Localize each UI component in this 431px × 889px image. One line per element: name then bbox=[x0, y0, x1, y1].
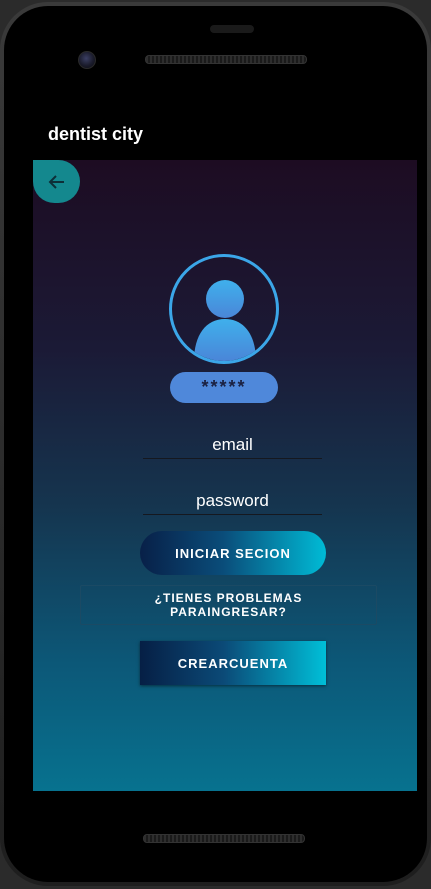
bottom-speaker bbox=[143, 834, 305, 843]
phone-screen-area: dentist city ***** email INICIAR SECION … bbox=[4, 6, 427, 882]
phone-frame: dentist city ***** email INICIAR SECION … bbox=[0, 2, 431, 886]
password-field[interactable] bbox=[143, 488, 322, 515]
email-field[interactable] bbox=[143, 432, 322, 459]
earpiece-speaker bbox=[145, 55, 307, 64]
create-account-button[interactable]: CREARCUENTA bbox=[140, 641, 326, 685]
arrow-left-icon bbox=[48, 174, 64, 189]
trouble-login-button[interactable]: ¿TIENES PROBLEMAS PARAINGRESAR? bbox=[80, 585, 377, 625]
app-title: dentist city bbox=[48, 124, 144, 144]
top-sensor bbox=[210, 25, 254, 33]
login-screen: ***** INICIAR SECION ¿TIENES PROBLEMAS P… bbox=[33, 160, 417, 791]
password-badge: ***** bbox=[170, 372, 278, 403]
back-button[interactable] bbox=[33, 160, 80, 203]
trouble-login-label: ¿TIENES PROBLEMAS PARAINGRESAR? bbox=[154, 591, 303, 619]
front-camera bbox=[78, 51, 96, 69]
user-avatar-icon bbox=[169, 254, 279, 364]
login-button[interactable]: INICIAR SECION bbox=[140, 531, 326, 575]
